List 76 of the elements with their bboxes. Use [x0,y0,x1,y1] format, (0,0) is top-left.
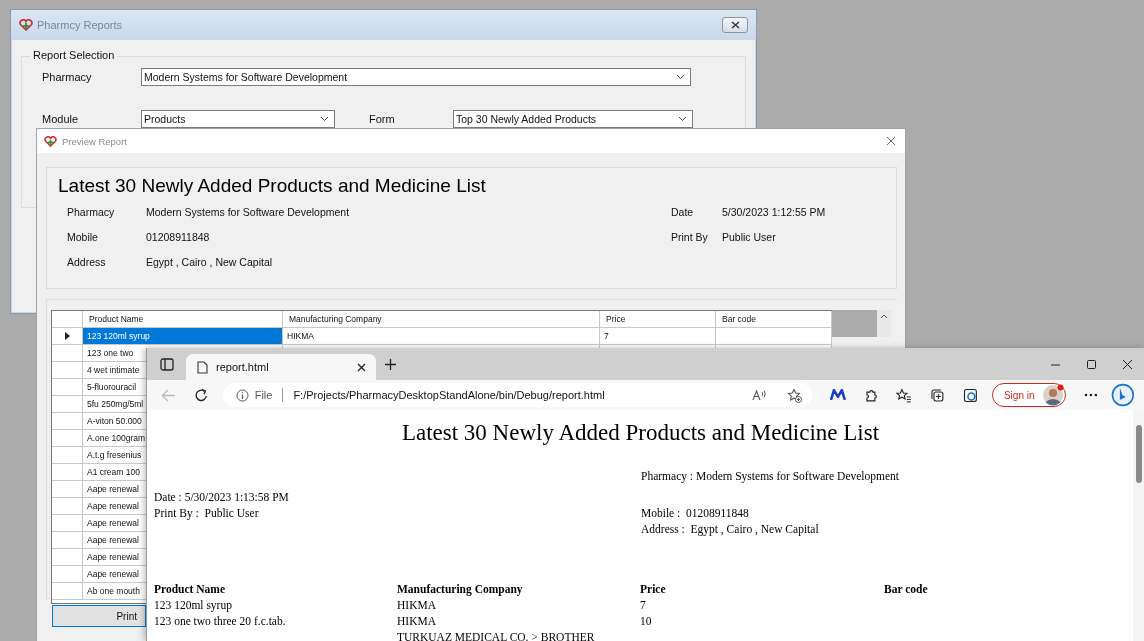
caret-icon [678,116,687,122]
field-label: Form [369,113,396,125]
heart-logo-icon [19,19,33,31]
caret-icon [320,116,329,122]
info-label: Pharmacy [67,206,116,218]
favorites-icon[interactable] [896,387,913,403]
address-bar[interactable]: File F:/Projects/PharmacyDesktopStandAlone/bin/Debug/report.html [222,383,812,407]
browser-tab[interactable]: report.html [186,354,376,380]
table-cell-text: HIKMA [397,598,437,613]
column-header[interactable]: Product Name [83,311,283,328]
info-value: Public User [722,231,777,243]
info-text: Pharmacy : Modern Systems for Software Development [641,469,900,484]
table-cell: 7 [600,328,716,345]
extensions-icon[interactable] [863,387,879,403]
page-icon [197,360,208,374]
avatar-icon [1041,384,1064,406]
info-value: Modern Systems for Software Development [146,206,351,218]
scrollbar[interactable] [1133,410,1144,641]
field-label: Pharmacy [42,71,93,83]
info-icon[interactable] [235,388,249,402]
column-header[interactable]: Manufacturing Company [283,311,600,328]
table-cell-text: 123 120ml syrup [154,598,233,613]
table-cell: HIKMA [283,328,600,345]
url-text: F:/Projects/PharmacyDesktopStandAlone/bin/Debug/report.html [293,389,605,401]
caret-icon [676,74,685,80]
window-title: Preview Report [62,135,127,147]
print-button[interactable]: Print [52,605,146,627]
close-icon[interactable] [1122,358,1133,370]
info-value: 5/30/2023 1:12:55 PM [722,206,827,218]
sidebar-icon[interactable] [160,357,174,371]
info-label: Date [671,206,695,218]
refresh-icon[interactable] [193,387,209,403]
row-header[interactable] [52,328,83,345]
info-text: Address : Egypt , Cairo , New Capital [641,522,820,537]
read-aloud-icon[interactable] [751,389,767,401]
collections-icon[interactable] [930,387,946,403]
heart-logo-icon [44,135,57,147]
chat-logo-icon[interactable] [1111,383,1136,407]
close-icon [730,21,740,29]
form-dropdown[interactable]: Top 30 Newly Added Products [453,110,693,128]
table-cell-text: HIKMA [397,614,437,629]
more-icon[interactable] [1083,393,1098,397]
add-favorite-icon[interactable] [786,387,802,403]
table-cell-text: 123 one two three 20 f.c.tab. [154,614,287,629]
column-header[interactable]: Price [600,311,716,328]
page-title: Latest 30 Newly Added Products and Medicine List [400,420,881,446]
info-label: Mobile [67,231,99,243]
report-title: Latest 30 Newly Added Products and Medicine List [58,175,487,197]
column-header[interactable]: Bar code [716,311,832,328]
close-button[interactable] [722,17,748,33]
info-label: Address [67,256,107,268]
window-title: Pharmcy Reports [37,19,122,31]
scrollbar[interactable] [877,310,891,337]
info-value: 01208911848 [146,231,211,243]
table-cell: 123 120ml syrup [83,328,283,345]
new-tab-icon[interactable] [384,357,397,371]
column-header: Product Name [154,582,226,597]
column-header: Price [640,582,667,597]
column-header: Bar code [884,582,929,597]
table-cell-text: 10 [640,614,653,629]
maximize-icon[interactable] [1086,358,1097,370]
pharmacy-dropdown[interactable]: Modern Systems for Software Development [141,68,691,86]
extension-m-icon[interactable] [829,389,846,401]
info-label: Print By [671,231,709,243]
info-value: Egypt , Cairo , New Capital [146,256,274,268]
table-cell-text: 7 [640,598,647,613]
column-header: Manufacturing Company [397,582,524,597]
group-title: Report Selection [30,49,118,61]
field-label: Module [42,113,80,125]
row-pointer-icon [64,332,70,340]
browser-logo-icon[interactable] [963,387,978,403]
module-dropdown[interactable]: Products [141,110,335,128]
close-icon[interactable] [357,362,366,372]
table-cell-text: TURKUAZ MEDICAL CO. > BROTHER [397,630,596,641]
sign-in-button[interactable]: Sign in [991,383,1066,407]
info-text: Mobile : 01208911848 [641,506,750,521]
